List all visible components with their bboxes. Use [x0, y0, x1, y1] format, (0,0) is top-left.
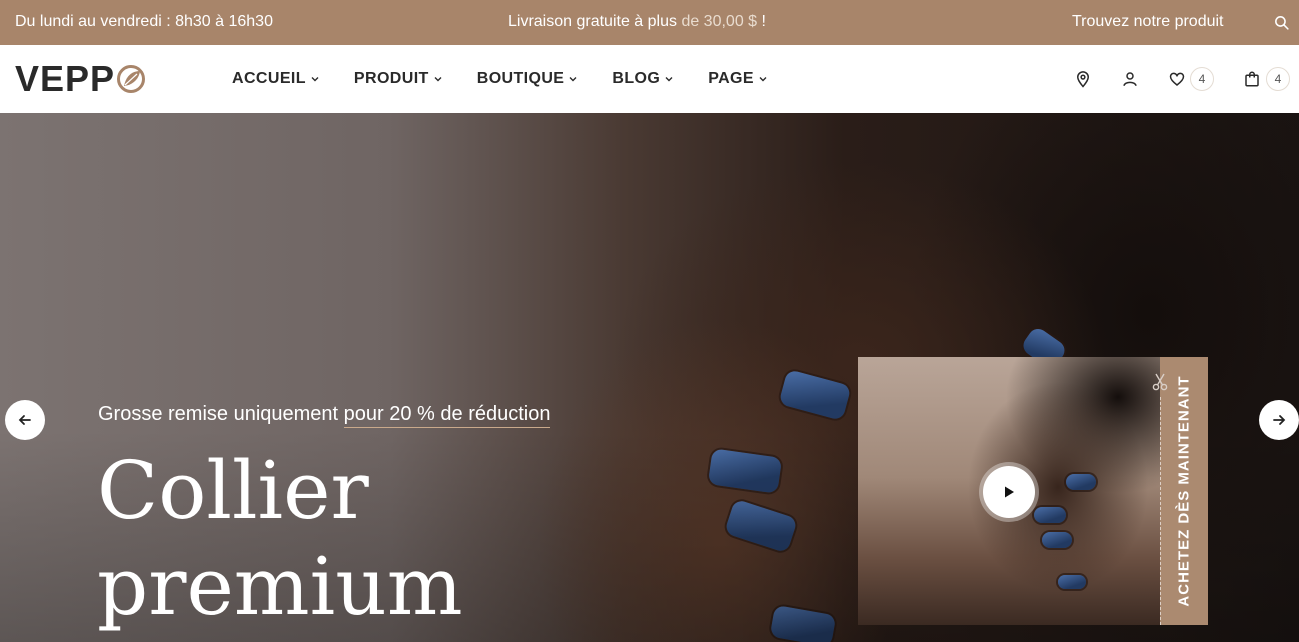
shop-now-label: ACHETEZ DÈS MAINTENANT — [1175, 375, 1193, 607]
hero-subtitle-highlight: pour 20 % de réduction — [343, 403, 551, 428]
hero-subtitle: Grosse remise uniquement pour 20 % de ré… — [98, 403, 551, 428]
hero-subtitle-text: Grosse remise uniquement — [98, 403, 339, 425]
wishlist-count: 4 — [1190, 67, 1214, 91]
video-card[interactable] — [858, 357, 1160, 625]
video-nail-shape — [1066, 474, 1096, 490]
header-actions: 4 4 — [0, 67, 1299, 91]
scissors-icon — [1152, 373, 1168, 391]
announcement-bar: Du lundi au vendredi : 8h30 à 16h30 Livr… — [0, 0, 1299, 45]
user-icon[interactable] — [1121, 70, 1139, 88]
slider-prev-button[interactable] — [5, 400, 45, 440]
arrow-left-icon — [18, 415, 31, 425]
video-nail-shape — [1042, 532, 1072, 548]
hero-title-line-1: Collier — [97, 444, 369, 537]
cart-count: 4 — [1266, 67, 1290, 91]
location-pin-icon[interactable] — [1074, 70, 1092, 88]
shipping-notice-end: ! — [761, 13, 766, 30]
hero-slider: Grosse remise uniquement pour 20 % de ré… — [0, 113, 1299, 642]
slider-next-button[interactable] — [1259, 400, 1299, 440]
heart-icon[interactable] — [1168, 70, 1186, 88]
find-product-link[interactable]: Trouvez notre produit — [1072, 13, 1223, 31]
hero-title: Collier premium — [97, 443, 463, 635]
video-nail-shape — [1058, 575, 1086, 589]
shipping-threshold: de 30,00 $ — [681, 13, 758, 30]
video-nail-shape — [1034, 507, 1066, 523]
shipping-notice-text: Livraison gratuite à plus — [508, 13, 677, 30]
search-icon[interactable] — [1273, 14, 1290, 31]
shop-now-button[interactable]: ACHETEZ DÈS MAINTENANT — [1160, 357, 1208, 625]
shopping-bag-icon[interactable] — [1243, 70, 1261, 88]
site-header: VEPP ACCUEIL PRODUIT BOUTIQUE BLOG PAGE — [0, 45, 1299, 113]
arrow-right-icon — [1273, 415, 1286, 425]
opening-hours: Du lundi au vendredi : 8h30 à 16h30 — [15, 13, 273, 30]
play-button[interactable] — [983, 466, 1035, 518]
hero-title-line-2: premium — [97, 540, 463, 633]
play-icon — [1005, 486, 1014, 498]
shop-now-cut-line — [1160, 397, 1161, 625]
shipping-notice: Livraison gratuite à plus de 30,00 $ ! — [508, 13, 766, 31]
